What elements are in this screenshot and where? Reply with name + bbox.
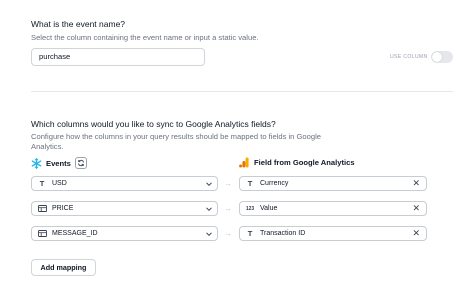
ga-header: Field from Google Analytics xyxy=(239,157,355,168)
google-analytics-icon xyxy=(239,157,249,168)
refresh-icon xyxy=(77,159,84,167)
section-divider xyxy=(31,91,453,92)
text-type-icon: T xyxy=(247,229,253,238)
sync-description-line2: Analytics. xyxy=(31,142,64,151)
event-name-description: Select the column containing the event n… xyxy=(31,33,259,42)
event-name-title: What is the event name? xyxy=(31,19,126,29)
arrow-right-icon: → xyxy=(224,229,232,238)
ga-header-label: Field from Google Analytics xyxy=(254,158,355,167)
events-header: Events xyxy=(31,157,87,169)
events-header-label: Events xyxy=(46,158,71,168)
text-type-icon: T xyxy=(247,179,253,188)
ga-field[interactable]: T Transaction ID ✕ xyxy=(239,226,427,241)
refresh-columns-button[interactable] xyxy=(74,157,87,169)
sync-description-line1: Configure how the columns in your query … xyxy=(31,132,321,141)
arrow-right-icon: → xyxy=(224,179,232,188)
column-select[interactable]: T USD xyxy=(31,176,218,191)
ga-field[interactable]: 123 Value ✕ xyxy=(239,201,427,216)
clear-field-icon[interactable]: ✕ xyxy=(412,203,420,214)
snowflake-icon xyxy=(31,157,42,169)
column-select-value: USD xyxy=(52,180,67,187)
use-column-label: USE COLUMN xyxy=(390,54,428,60)
sync-description: Configure how the columns in your query … xyxy=(31,132,321,152)
toggle-knob xyxy=(432,52,442,62)
use-column-toggle[interactable] xyxy=(431,51,453,63)
number-column-icon xyxy=(37,205,47,212)
ga-field-value: Transaction ID xyxy=(260,230,306,237)
column-select[interactable]: PRICE xyxy=(31,201,218,216)
sync-title: Which columns would you like to sync to … xyxy=(31,119,276,129)
chevron-down-icon xyxy=(206,182,212,187)
ga-field-value: Value xyxy=(260,205,278,212)
arrow-right-icon: → xyxy=(224,204,232,213)
clear-field-icon[interactable]: ✕ xyxy=(412,228,420,239)
number-type-icon: 123 xyxy=(245,205,255,212)
column-select-value: PRICE xyxy=(52,205,74,212)
ga-field-value: Currency xyxy=(260,180,289,187)
ga-field[interactable]: T Currency ✕ xyxy=(239,176,427,191)
table-column-icon xyxy=(37,230,47,237)
chevron-down-icon xyxy=(206,232,212,237)
clear-field-icon[interactable]: ✕ xyxy=(412,178,420,189)
event-name-input[interactable]: purchase xyxy=(31,48,205,66)
column-select-value: MESSAGE_ID xyxy=(52,230,98,237)
column-select[interactable]: MESSAGE_ID xyxy=(31,226,218,241)
text-type-icon: T xyxy=(39,179,45,188)
add-mapping-button[interactable]: Add mapping xyxy=(31,259,96,276)
chevron-down-icon xyxy=(206,207,212,212)
